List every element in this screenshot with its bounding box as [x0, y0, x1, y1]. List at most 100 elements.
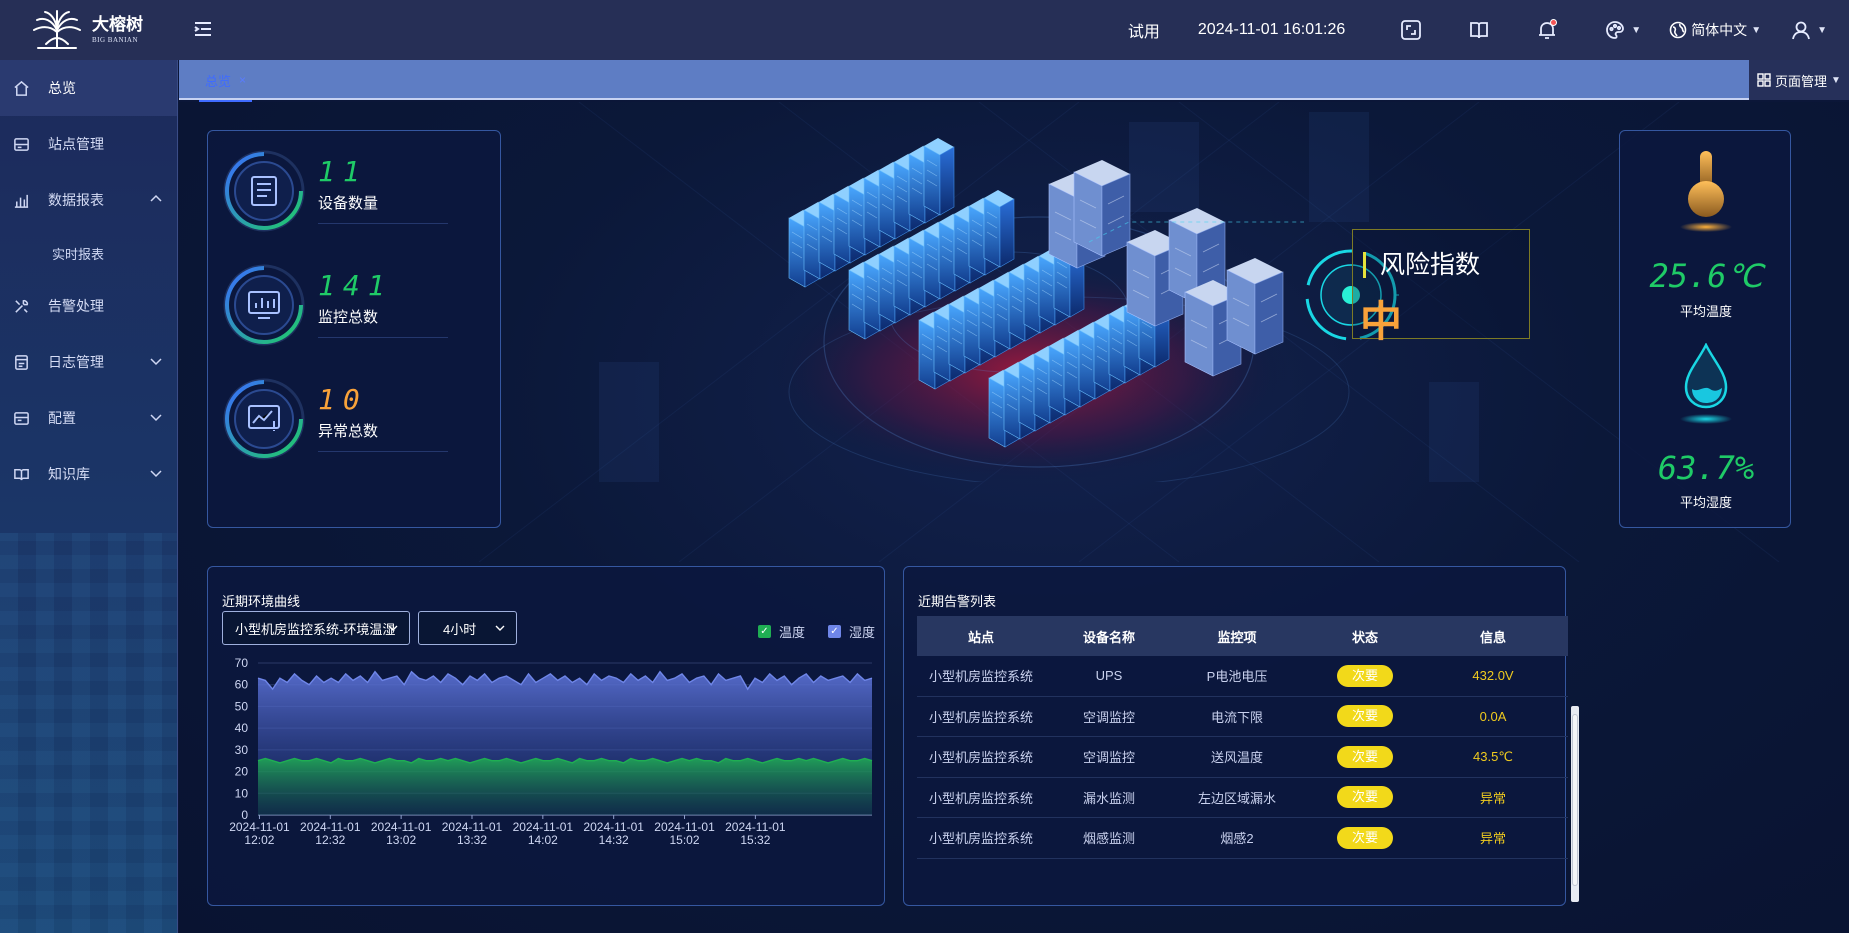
water-drop-icon	[1680, 343, 1732, 424]
col-header: 站点	[967, 629, 994, 645]
bar-chart-icon	[12, 191, 30, 209]
sidebar-item-site-management[interactable]: 站点管理	[0, 116, 177, 172]
theme-dropdown-caret[interactable]: ▼	[1631, 25, 1641, 36]
menu-fold-icon[interactable]	[192, 18, 214, 40]
table-row[interactable]: 小型机房监控系统 空调监控 电流下限 次要 0.0A	[917, 697, 1568, 737]
checkbox-checked-icon[interactable]: ✓	[828, 625, 841, 638]
sidebar-item-overview[interactable]: 总览	[0, 60, 177, 116]
palette-icon[interactable]	[1603, 18, 1627, 42]
table-row[interactable]: 小型机房监控系统 漏水监测 左边区域漏水 次要 异常	[917, 778, 1568, 818]
x-tick-label-time: 14:32	[599, 833, 629, 847]
env-curve-chart: 0102030405060702024-11-0112:022024-11-01…	[229, 656, 873, 847]
logo-subtitle: BIG BANIAN	[92, 35, 139, 44]
avg-humidity-value: 63.7%	[1657, 449, 1755, 487]
top-bar: 大榕树 BIG BANIAN 试用 2024-11-01 16:01:26 ▼ …	[0, 0, 1849, 60]
sidebar-item-config[interactable]: 配置	[0, 390, 177, 446]
page-manage-label: 页面管理	[1775, 73, 1828, 89]
table-row[interactable]: 小型机房监控系统 UPS P电池电压 次要 432.0V	[917, 656, 1568, 697]
language-caret: ▼	[1751, 24, 1762, 36]
log-icon	[12, 353, 30, 371]
grid-icon	[1757, 73, 1771, 87]
cell-site: 小型机房监控系统	[928, 750, 1033, 766]
sidebar-item-data-reports[interactable]: 数据报表	[0, 172, 177, 228]
sidebar-item-alarm-handling[interactable]: 告警处理	[0, 278, 177, 334]
trial-label[interactable]: 试用	[1128, 18, 1160, 42]
cell-device: 空调监控	[1082, 750, 1135, 766]
alarm-list-title: 近期告警列表	[918, 594, 997, 609]
x-tick-label-time: 15:32	[740, 833, 770, 847]
table-row[interactable]: 小型机房监控系统 烟感监测 烟感2 次要 异常	[917, 818, 1568, 859]
cell-device: 漏水监测	[1082, 790, 1135, 806]
y-tick-label: 60	[235, 678, 249, 692]
banyan-tree-logo-icon	[33, 10, 81, 49]
alarm-table: 站点 设备名称 监控项 状态 信息 小型机房监控系统 UPS P电池电压 次要 …	[917, 616, 1579, 902]
close-icon[interactable]: ×	[239, 73, 246, 87]
alarm-list-panel: 近期告警列表 站点 设备名称 监控项 状态 信息 小型机房监控系统 UPS P电…	[903, 566, 1579, 906]
home-icon	[12, 79, 30, 97]
language-switcher[interactable]: 简体中文 ▼	[1669, 20, 1761, 40]
table-row[interactable]: 小型机房监控系统 空调监控 送风温度 次要 43.5℃	[917, 737, 1568, 778]
time-range-select[interactable]: 4小时	[418, 611, 517, 645]
sidebar-item-realtime-report[interactable]: 实时报表	[0, 228, 177, 278]
user-icon[interactable]	[1789, 18, 1813, 42]
sidebar-item-label: 配置	[48, 410, 76, 426]
y-tick-label: 50	[235, 699, 249, 713]
status-badge[interactable]: 次要	[1337, 786, 1393, 809]
page-manage-button[interactable]: 页面管理 ▼	[1749, 60, 1849, 100]
legend-temperature[interactable]: ✓ 温度	[758, 622, 805, 641]
x-tick-label-date: 2024-11-01	[654, 820, 715, 834]
status-badge[interactable]: 次要	[1337, 826, 1393, 849]
stat-label: 设备数量	[318, 195, 379, 212]
server-icon	[12, 135, 30, 153]
series-area	[258, 758, 872, 815]
user-dropdown-caret[interactable]: ▼	[1817, 25, 1827, 36]
chevron-up-icon	[150, 194, 162, 202]
book-icon[interactable]	[1467, 18, 1491, 42]
cell-device: 空调监控	[1082, 709, 1135, 725]
x-tick-label-date: 2024-11-01	[300, 820, 361, 834]
cell-device: UPS	[1095, 668, 1123, 684]
logo[interactable]: 大榕树 BIG BANIAN	[0, 0, 178, 60]
x-tick-label-date: 2024-11-01	[583, 820, 644, 834]
system-select[interactable]: 小型机房监控系统-环境温湿	[222, 611, 410, 645]
sidebar-item-label: 日志管理	[48, 354, 104, 370]
bell-icon[interactable]	[1535, 18, 1559, 42]
fullscreen-icon[interactable]	[1399, 18, 1423, 42]
main-content: 11 设备数量 141 监控总数 10 异常总数 风险指数 中 25.6℃ 平均…	[179, 102, 1849, 933]
cell-device: 烟感监测	[1082, 831, 1135, 847]
avg-humidity-label: 平均湿度	[1679, 495, 1732, 510]
cell-site: 小型机房监控系统	[928, 709, 1033, 725]
env-curve-title: 近期环境曲线	[222, 594, 301, 609]
tools-icon	[12, 297, 30, 315]
y-tick-label: 30	[235, 743, 249, 757]
stat-label: 异常总数	[318, 423, 379, 440]
col-header: 状态	[1351, 629, 1378, 645]
chevron-down-icon	[495, 625, 505, 631]
legend-humidity[interactable]: ✓ 湿度	[828, 622, 875, 641]
sidebar-item-label: 实时报表	[52, 246, 105, 262]
tab-overview[interactable]: 总览 ×	[199, 60, 253, 102]
device-list-icon	[223, 150, 305, 232]
scrollbar-thumb[interactable]	[1572, 714, 1578, 886]
cell-info: 43.5℃	[1473, 748, 1513, 764]
thermometer-icon	[1680, 151, 1732, 232]
stats-panel: 11 设备数量 141 监控总数 10 异常总数	[207, 130, 501, 528]
x-tick-label-date: 2024-11-01	[371, 820, 432, 834]
x-tick-label-time: 13:32	[457, 833, 487, 847]
checkbox-checked-icon[interactable]: ✓	[758, 625, 771, 638]
stat-abnormal-total: 10 异常总数	[222, 375, 472, 463]
status-badge[interactable]: 次要	[1337, 664, 1393, 687]
globe-icon	[1669, 21, 1687, 39]
x-tick-label-date: 2024-11-01	[442, 820, 503, 834]
sidebar-item-knowledge-base[interactable]: 知识库	[0, 446, 177, 502]
chevron-down-icon	[150, 414, 162, 422]
status-badge[interactable]: 次要	[1337, 745, 1393, 768]
risk-title-marker	[1363, 252, 1366, 278]
cell-site: 小型机房监控系统	[928, 669, 1033, 685]
sidebar-item-log-management[interactable]: 日志管理	[0, 334, 177, 390]
legend-label: 湿度	[849, 625, 876, 640]
monitor-screen-icon	[223, 264, 305, 346]
status-badge[interactable]: 次要	[1337, 705, 1393, 728]
alert-chart-icon	[223, 378, 305, 460]
table-scrollbar[interactable]	[1571, 706, 1579, 902]
